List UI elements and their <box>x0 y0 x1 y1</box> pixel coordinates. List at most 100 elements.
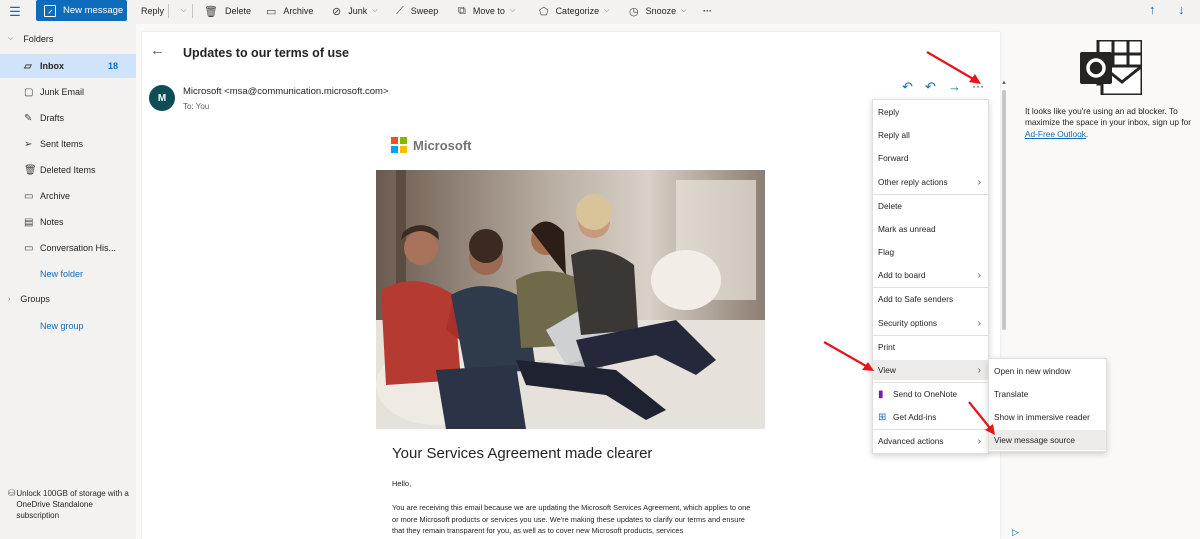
menu-item-mark-as-unread[interactable]: Mark as unread <box>873 219 988 239</box>
folder-item-notes[interactable]: ▤ Notes <box>0 210 136 234</box>
storage-icon: ⛁ <box>8 488 16 498</box>
ad-free-outlook-link[interactable]: Ad-Free Outlook <box>1025 129 1086 139</box>
menu-item-label: Reply <box>878 107 900 117</box>
menu-item-label: Open in new window <box>994 366 1071 376</box>
command-bar: ☰ New message Reply ⌵ 🗑 Delete ▭ Archive… <box>0 0 1200 24</box>
hamburger-menu-icon[interactable]: ☰ <box>0 0 30 24</box>
snooze-button[interactable]: ◷ Snooze ⌵ <box>629 0 686 22</box>
arrow-up-icon[interactable]: ↑ <box>1149 2 1156 17</box>
note-icon: ▤ <box>24 216 34 228</box>
menu-item-send-to-onenote[interactable]: ▮ Send to OneNote <box>873 384 988 404</box>
send-icon: ➢ <box>24 138 33 150</box>
arrow-down-icon[interactable]: ↓ <box>1178 2 1185 17</box>
folder-pane: ⌵ Folders ▱ Inbox 18 ▢ Junk Email ✎ Draf… <box>0 24 136 539</box>
menu-divider <box>873 382 988 383</box>
back-arrow-icon[interactable]: ← <box>150 42 165 59</box>
menu-item-label: Mark as unread <box>878 224 936 234</box>
menu-item-forward[interactable]: Forward <box>873 148 988 168</box>
avatar[interactable]: M <box>149 85 175 111</box>
sweep-label: Sweep <box>410 6 439 16</box>
folders-header[interactable]: ⌵ Folders <box>8 32 53 46</box>
onedrive-upsell[interactable]: ⛁ Unlock 100GB of storage with a OneDriv… <box>8 488 132 521</box>
folder-move-icon: ⧉ <box>458 4 466 17</box>
folder-label: Junk Email <box>40 87 85 97</box>
new-message-button[interactable]: New message <box>36 0 127 21</box>
menu-item-label: View message source <box>994 435 1076 445</box>
menu-item-flag[interactable]: Flag <box>873 242 988 262</box>
new-group-link[interactable]: New group <box>40 321 84 331</box>
more-actions-label: ··· <box>703 6 712 16</box>
sender-line[interactable]: Microsoft <msa@communication.microsoft.c… <box>183 86 389 97</box>
ad-notice-period: . <box>1085 128 1089 139</box>
folder-item-junk-email[interactable]: ▢ Junk Email <box>0 80 136 104</box>
submenu-item-translate[interactable]: Translate <box>989 384 1106 404</box>
menu-item-advanced-actions[interactable]: Advanced actions › <box>873 431 988 451</box>
junk-button[interactable]: ⊘ Junk ⌵ <box>332 0 378 22</box>
menu-divider <box>873 194 988 195</box>
email-body-text: You are receiving this email because we … <box>392 503 751 536</box>
submenu-item-open-in-new-window[interactable]: Open in new window <box>989 361 1106 381</box>
move-to-button[interactable]: ⧉ Move to ⌵ <box>458 0 515 22</box>
menu-item-other-reply-actions[interactable]: Other reply actions › <box>873 172 988 192</box>
menu-item-label: Show in immersive reader <box>994 412 1090 422</box>
menu-item-label: Flag <box>878 247 895 257</box>
reply-icon[interactable]: ↶ <box>902 79 913 95</box>
archive-button[interactable]: ▭ Archive <box>266 0 313 22</box>
folder-item-drafts[interactable]: ✎ Drafts <box>0 106 136 130</box>
compose-icon <box>44 4 56 17</box>
snooze-label: Snooze <box>645 6 677 16</box>
delete-button[interactable]: 🗑 Delete <box>204 0 251 22</box>
folder-label: Drafts <box>40 113 65 123</box>
block-icon: ⊘ <box>332 5 342 18</box>
new-folder-link[interactable]: New folder <box>40 269 83 279</box>
submenu-item-view-message-source[interactable]: View message source <box>989 430 1106 450</box>
new-message-label: New message <box>63 5 124 16</box>
menu-item-view[interactable]: View › <box>873 360 988 380</box>
email-headline: Your Services Agreement made clearer <box>392 445 653 462</box>
menu-item-security-options[interactable]: Security options › <box>873 313 988 333</box>
reply-all-icon[interactable]: ↶ <box>925 79 936 95</box>
chevron-down-icon: ⌵ <box>8 35 14 42</box>
menu-item-label: Send to OneNote <box>893 389 958 399</box>
message-subject: Updates to our terms of use <box>183 46 349 60</box>
chevron-down-icon: ⌵ <box>604 7 610 14</box>
folder-item-inbox[interactable]: ▱ Inbox 18 <box>0 54 136 78</box>
submenu-item-immersive-reader[interactable]: Show in immersive reader <box>989 407 1106 427</box>
reply-dropdown-button[interactable]: ⌵ <box>176 0 186 22</box>
onenote-icon: ▮ <box>878 388 884 400</box>
menu-item-reply[interactable]: Reply <box>873 102 988 122</box>
menu-item-delete[interactable]: Delete <box>873 196 988 216</box>
menu-item-label: Security options <box>878 318 938 328</box>
chevron-down-icon: ⌵ <box>509 7 516 14</box>
menu-item-get-add-ins[interactable]: ⊞ Get Add-ins <box>873 407 988 427</box>
folder-item-deleted-items[interactable]: 🗑 Deleted Items <box>0 158 136 182</box>
menu-item-add-to-board[interactable]: Add to board › <box>873 265 988 285</box>
ad-choices-icon[interactable]: ▷ <box>1012 527 1019 538</box>
folder-label: Sent Items <box>40 139 84 149</box>
menu-item-reply-all[interactable]: Reply all <box>873 125 988 145</box>
more-actions-icon[interactable]: ··· <box>972 79 984 93</box>
menu-item-label: Print <box>878 342 896 352</box>
folder-item-sent-items[interactable]: ➢ Sent Items <box>0 132 136 156</box>
groups-header[interactable]: › Groups <box>8 292 50 306</box>
menu-item-label: Delete <box>878 201 902 211</box>
microsoft-logo: Microsoft <box>391 137 472 153</box>
scroll-up-icon[interactable]: ▲ <box>1001 80 1007 86</box>
forward-icon[interactable]: → <box>948 79 961 94</box>
menu-item-label: Forward <box>878 153 909 163</box>
menu-item-print[interactable]: Print <box>873 337 988 357</box>
scrollbar-thumb[interactable] <box>1002 90 1006 330</box>
more-actions-button[interactable]: ··· <box>703 0 712 22</box>
folder-item-conversation-history[interactable]: ▭ Conversation His... <box>0 236 136 260</box>
sweep-button[interactable]: ⟋ Sweep <box>396 0 438 22</box>
folder-item-archive[interactable]: ▭ Archive <box>0 184 136 208</box>
categorize-button[interactable]: ⬠ Categorize ⌵ <box>539 0 609 22</box>
reply-button[interactable]: Reply <box>141 0 164 22</box>
inbox-icon: ▱ <box>24 60 32 72</box>
junk-icon: ▢ <box>24 86 34 98</box>
menu-item-label: Add to Safe senders <box>878 294 954 304</box>
pencil-icon: ✎ <box>24 112 33 124</box>
archive-label: Archive <box>283 6 314 16</box>
chevron-right-icon: › <box>977 317 981 329</box>
menu-item-add-to-safe-senders[interactable]: Add to Safe senders <box>873 289 988 309</box>
